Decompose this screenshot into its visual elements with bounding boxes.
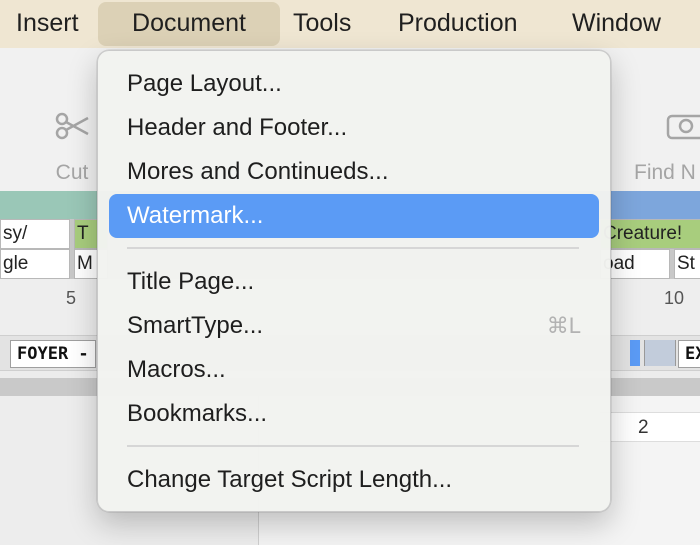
find-button[interactable]: Find N [634,110,700,185]
scene-marker [630,340,640,366]
menu-item-bookmarks[interactable]: Bookmarks... [109,392,599,436]
scissors-icon [55,112,89,140]
scene-marker [644,340,676,366]
tag-cell[interactable]: St [674,249,700,279]
blue-strip [600,191,700,219]
menu-bar: Insert Document Tools Production Window [0,0,700,49]
menu-item-label: Change Target Script Length... [127,466,453,493]
document-menu: Page Layout... Header and Footer... More… [97,50,611,512]
ruler-mark: 5 [66,288,77,308]
scene-chip[interactable]: EX [678,340,700,368]
menu-item-label: SmartType... [127,312,264,339]
tag-cell[interactable]: gle [0,249,70,279]
menu-item-label: Title Page... [127,268,255,295]
menu-document[interactable]: Document [98,2,280,46]
ruler-mark: 10 [664,288,685,308]
menu-shortcut: ⌘L [546,313,581,338]
menu-item-smarttype[interactable]: SmartType... ⌘L [109,304,599,348]
menu-item-label: Macros... [127,356,226,383]
menu-insert[interactable]: Insert [16,0,79,48]
tag-cell[interactable]: Creature! [600,219,700,249]
menu-item-label: Header and Footer... [127,114,348,141]
menu-item-label: Bookmarks... [127,400,268,427]
cut-button[interactable]: Cut [44,110,100,185]
menu-item-page-layout[interactable]: Page Layout... [109,62,599,106]
menu-separator [127,445,579,447]
menu-item-header-footer[interactable]: Header and Footer... [109,106,599,150]
menu-item-watermark[interactable]: Watermark... [109,194,599,238]
menu-separator [127,247,579,249]
scene-chip[interactable]: FOYER - [10,340,96,368]
menu-tools[interactable]: Tools [293,0,351,48]
cut-label: Cut [55,161,89,184]
tag-cell[interactable]: sy/ [0,219,70,249]
find-icon [666,114,700,140]
menu-item-change-target-length[interactable]: Change Target Script Length... [109,458,599,502]
menu-item-label: Mores and Continueds... [127,158,389,185]
menu-item-label: Watermark... [127,202,264,229]
menu-item-mores-continueds[interactable]: Mores and Continueds... [109,150,599,194]
page-ruler [600,412,700,442]
menu-item-label: Page Layout... [127,70,282,97]
page-number: 2 [638,417,649,438]
menu-production[interactable]: Production [398,0,518,48]
menu-item-macros[interactable]: Macros... [109,348,599,392]
menu-item-title-page[interactable]: Title Page... [109,260,599,304]
find-label: Find N [634,161,696,184]
menu-window[interactable]: Window [572,0,661,48]
